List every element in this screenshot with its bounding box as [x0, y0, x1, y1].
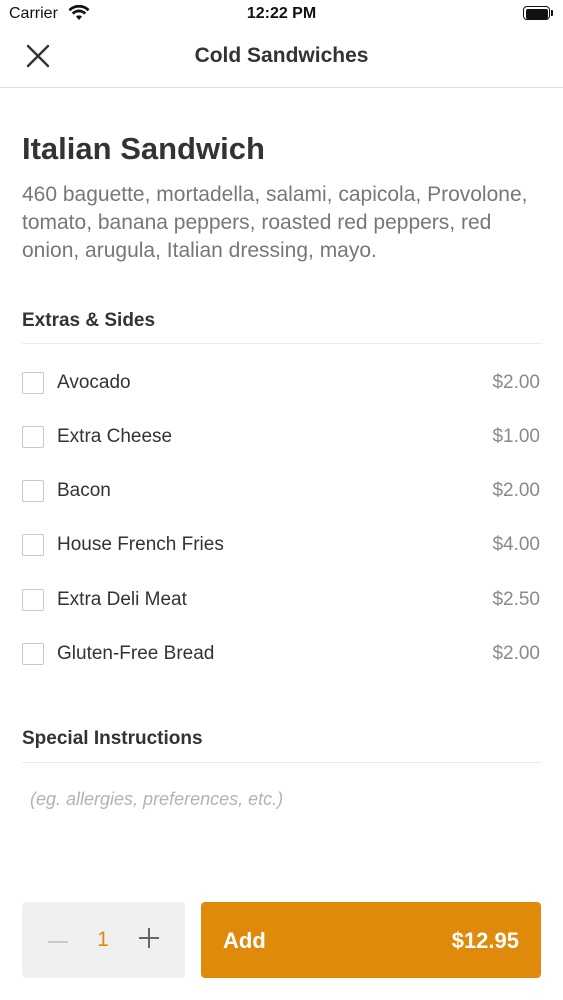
option-price: $4.00 [492, 534, 540, 555]
option-avocado[interactable]: Avocado $2.00 [22, 356, 542, 410]
checkbox[interactable] [22, 480, 44, 502]
checkbox[interactable] [22, 372, 44, 394]
checkbox[interactable] [22, 643, 44, 665]
option-price: $2.00 [492, 643, 540, 664]
option-price: $2.00 [492, 372, 540, 393]
special-instructions-input[interactable] [22, 782, 542, 816]
plus-icon [139, 927, 159, 953]
checkbox[interactable] [22, 426, 44, 448]
option-name: Bacon [57, 480, 111, 501]
add-to-order-button[interactable]: Add $12.95 [201, 902, 541, 978]
page-title: Cold Sandwiches [194, 44, 369, 67]
nav-bar: Cold Sandwiches [0, 30, 563, 88]
option-name: Extra Cheese [57, 426, 173, 447]
order-total: $12.95 [451, 928, 519, 953]
option-price: $2.00 [492, 480, 540, 501]
option-price: $2.50 [492, 589, 540, 610]
extras-divider [22, 343, 542, 344]
option-house-french-fries[interactable]: House French Fries $4.00 [22, 518, 542, 572]
option-name: Avocado [57, 372, 131, 393]
status-time: 12:22 PM [246, 5, 317, 22]
option-extra-deli-meat[interactable]: Extra Deli Meat $2.50 [22, 573, 542, 627]
decrease-quantity-button[interactable] [44, 924, 72, 956]
increase-quantity-button[interactable] [135, 924, 163, 956]
status-bar: Carrier 12:22 PM [0, 0, 563, 30]
item-description: 460 baguette, mortadella, salami, capico… [22, 183, 528, 262]
option-gluten-free-bread[interactable]: Gluten-Free Bread $2.00 [22, 627, 542, 681]
checkbox[interactable] [22, 534, 44, 556]
option-bacon[interactable]: Bacon $2.00 [22, 464, 542, 518]
option-price: $1.00 [492, 426, 540, 447]
checkbox[interactable] [22, 589, 44, 611]
option-name: Gluten-Free Bread [57, 643, 215, 664]
add-button-label: Add [223, 928, 266, 953]
battery-icon [523, 6, 553, 20]
instructions-section-title: Special Instructions [22, 728, 203, 749]
option-name: House French Fries [57, 534, 224, 555]
option-extra-cheese[interactable]: Extra Cheese $1.00 [22, 410, 542, 464]
extras-section-title: Extras & Sides [22, 310, 156, 331]
minus-icon [48, 931, 68, 949]
quantity-stepper: 1 [22, 902, 185, 978]
item-name: Italian Sandwich [22, 131, 265, 166]
option-name: Extra Deli Meat [57, 589, 187, 610]
instructions-divider [22, 762, 542, 763]
quantity-value: 1 [97, 928, 109, 951]
